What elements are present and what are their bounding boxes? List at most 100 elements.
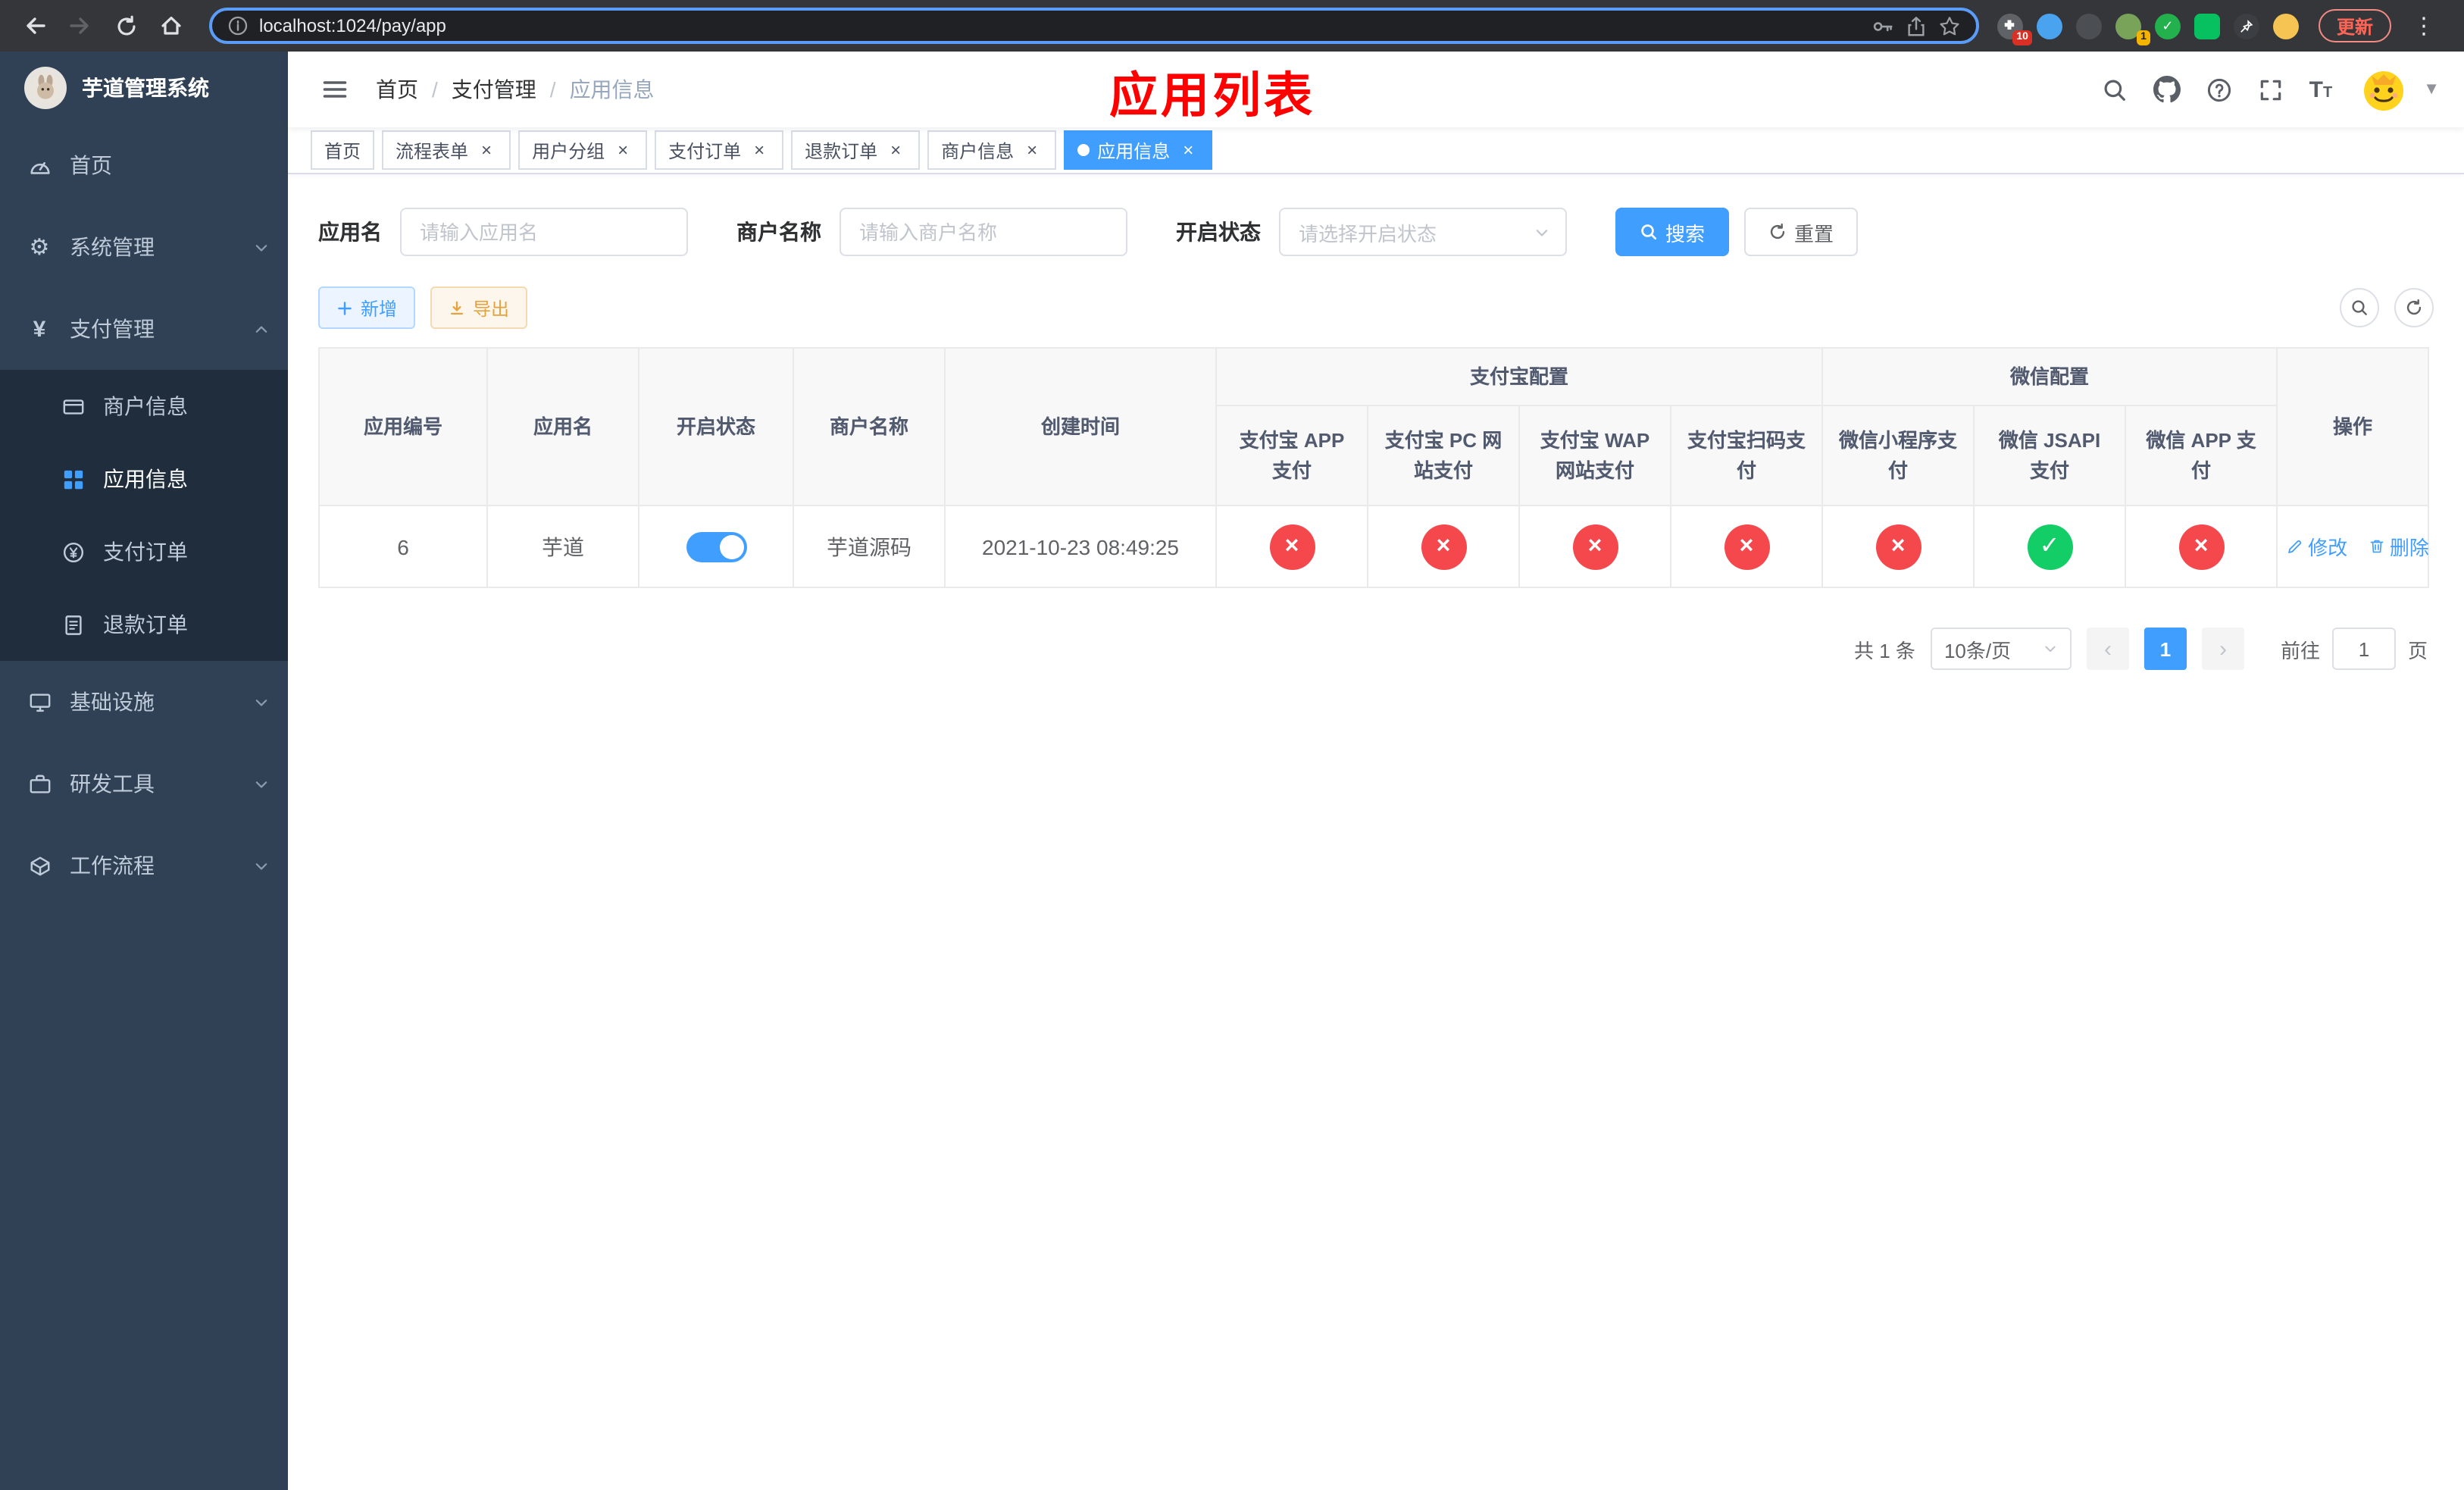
tab-label: 用户分组 [532, 140, 605, 161]
table-row: 6 芋道 芋道源码 2021-10-23 08:49:25 × × × × × [318, 505, 2430, 588]
bookmark-star-icon[interactable] [1938, 14, 1961, 37]
breadcrumb-payment[interactable]: 支付管理 [452, 74, 536, 105]
pagination: 共 1 条 10条/页 ‹ 1 › 前往 页 [318, 628, 2428, 670]
sidebar-item-pay-orders[interactable]: 支付订单 [0, 515, 288, 588]
tab-home[interactable]: 首页 [311, 130, 375, 170]
grid-icon [61, 467, 85, 491]
fullscreen-icon[interactable] [2258, 77, 2284, 102]
merchant-name-input[interactable] [840, 208, 1127, 256]
payment-submenu: 商户信息 应用信息 支付订单 退款订单 [0, 370, 288, 661]
edit-link[interactable]: 修改 [2287, 532, 2347, 561]
close-icon[interactable]: × [885, 139, 906, 161]
search-button[interactable]: 搜索 [1615, 208, 1730, 256]
sidebar-item-payment[interactable]: ¥ 支付管理 [0, 288, 288, 370]
font-size-icon[interactable]: TT [2309, 78, 2333, 101]
export-button[interactable]: 导出 [430, 286, 528, 329]
sidebar-collapse-icon[interactable] [312, 76, 358, 103]
sidebar-item-system[interactable]: ⚙ 系统管理 [0, 206, 288, 288]
chevron-down-icon [253, 857, 270, 874]
tab-pay-orders[interactable]: 支付订单 × [655, 130, 784, 170]
gear-icon: ⚙ [29, 235, 50, 261]
sidebar-item-label: 应用信息 [103, 467, 188, 491]
sidebar-item-label: 退款订单 [103, 612, 188, 637]
page-title: 应用列表 [1108, 68, 1316, 123]
page-size-select[interactable]: 10条/页 [1930, 628, 2072, 670]
goto-page-input[interactable] [2331, 628, 2396, 670]
col-header-app-name: 应用名 [486, 347, 639, 506]
url-text[interactable]: localhost:1024/pay/app [259, 15, 1861, 36]
delete-link[interactable]: 删除 [2369, 532, 2429, 561]
extension-badge: 1 [2137, 30, 2150, 45]
extension-dark-icon[interactable] [2075, 13, 2102, 39]
user-avatar[interactable] [2358, 64, 2410, 115]
toggle-search-button[interactable] [2340, 288, 2379, 327]
help-icon[interactable] [2206, 77, 2232, 102]
next-page-button[interactable]: › [2201, 628, 2244, 670]
tab-app-info[interactable]: 应用信息 × [1064, 130, 1213, 170]
status-select-placeholder: 请选择开启状态 [1299, 222, 1437, 245]
sidebar-item-label: 基础设施 [70, 690, 155, 714]
avatar-caret-icon[interactable]: ▼ [2423, 80, 2440, 99]
close-icon[interactable]: × [1177, 139, 1199, 161]
github-icon[interactable] [2153, 76, 2181, 103]
extension-green-badge-icon[interactable]: 1 [2115, 13, 2150, 45]
extension-check-icon[interactable]: ✓ [2154, 13, 2181, 39]
status-select[interactable]: 请选择开启状态 [1279, 208, 1567, 256]
refresh-table-button[interactable] [2394, 288, 2434, 327]
page-content: 应用名 商户名称 开启状态 请选择开启状态 [288, 174, 2464, 670]
forward-icon[interactable] [61, 6, 100, 45]
alipay-pc-status-icon: × [1421, 524, 1466, 569]
browser-menu-icon[interactable]: ⋮ [2405, 12, 2443, 39]
tab-label: 首页 [324, 140, 361, 161]
browser-update-button[interactable]: 更新 [2318, 9, 2391, 42]
sidebar-item-app-info[interactable]: 应用信息 [0, 443, 288, 515]
site-info-icon[interactable] [227, 15, 249, 36]
group-header-wechat: 微信配置 [1821, 347, 2278, 406]
close-icon[interactable]: × [612, 139, 633, 161]
close-icon[interactable]: × [749, 139, 770, 161]
tab-merchant-info[interactable]: 商户信息 × [927, 130, 1057, 170]
extension-pin-icon[interactable] [2233, 13, 2259, 39]
sidebar-item-home[interactable]: 首页 [0, 124, 288, 206]
sidebar-item-dev-tools[interactable]: 研发工具 [0, 743, 288, 825]
add-button[interactable]: 新增 [318, 286, 416, 329]
tab-refund-orders[interactable]: 退款订单 × [791, 130, 921, 170]
pay-order-icon [61, 540, 85, 564]
close-icon[interactable]: × [1021, 139, 1043, 161]
home-icon[interactable] [152, 6, 191, 45]
cell-app-id: 6 [318, 505, 488, 588]
enabled-toggle[interactable] [686, 531, 746, 562]
close-icon[interactable]: × [476, 139, 497, 161]
breadcrumb: 首页 / 支付管理 / 应用信息 [376, 74, 655, 105]
tab-user-group[interactable]: 用户分组 × [518, 130, 648, 170]
tab-process-form[interactable]: 流程表单 × [382, 130, 511, 170]
extension-puzzle-icon[interactable]: 10 [1997, 13, 2032, 45]
wechat-app-status-icon: × [2178, 524, 2225, 569]
filter-form: 应用名 商户名称 开启状态 请选择开启状态 [318, 208, 2434, 256]
url-bar[interactable]: localhost:1024/pay/app [209, 8, 1979, 44]
search-icon[interactable] [2102, 77, 2128, 102]
extension-avatar-icon[interactable] [2272, 13, 2299, 39]
password-key-icon[interactable] [1871, 14, 1894, 37]
extension-wechat-icon[interactable] [2194, 13, 2220, 39]
reload-icon[interactable] [106, 6, 145, 45]
tab-label: 应用信息 [1097, 140, 1171, 161]
extension-badge: 10 [2012, 30, 2032, 45]
sidebar-item-workflow[interactable]: 工作流程 [0, 825, 288, 906]
back-icon[interactable] [15, 6, 55, 45]
status-label: 开启状态 [1176, 220, 1261, 244]
reset-button[interactable]: 重置 [1744, 208, 1859, 256]
sidebar-item-infrastructure[interactable]: 基础设施 [0, 661, 288, 743]
box-icon [27, 853, 52, 878]
breadcrumb-home[interactable]: 首页 [376, 74, 418, 105]
app-name-input[interactable] [400, 208, 688, 256]
sidebar-item-merchant-info[interactable]: 商户信息 [0, 370, 288, 443]
sidebar-item-refund-orders[interactable]: 退款订单 [0, 588, 288, 661]
pagination-total: 共 1 条 [1854, 639, 1915, 662]
wechat-jsapi-status-icon: ✓ [2027, 524, 2073, 569]
app-logo-row[interactable]: 芋道管理系统 [0, 52, 288, 124]
prev-page-button[interactable]: ‹ [2086, 628, 2129, 670]
extension-blue-icon[interactable] [2036, 13, 2062, 39]
page-number-button[interactable]: 1 [2143, 628, 2187, 670]
share-icon[interactable] [1905, 14, 1928, 37]
